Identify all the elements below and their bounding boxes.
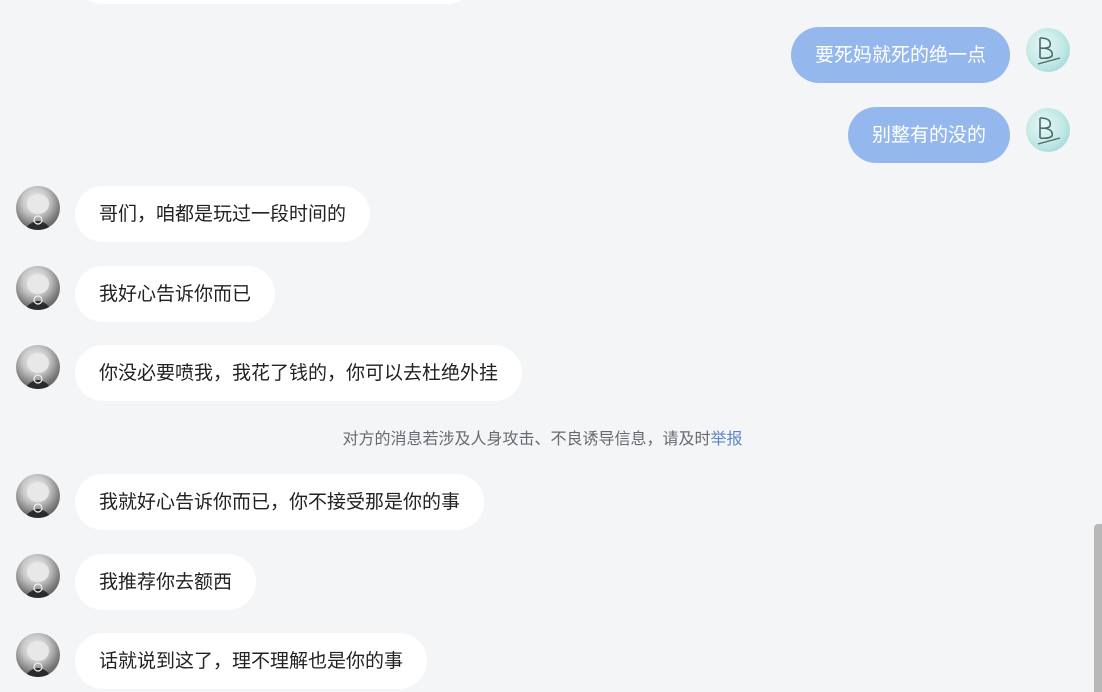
scrollbar-thumb[interactable] [1094, 524, 1102, 692]
peer-avatar-icon[interactable] [16, 186, 60, 230]
incoming-message-bubble[interactable]: 我好心告诉你而已 [75, 266, 276, 322]
peer-avatar-icon[interactable] [16, 345, 60, 389]
incoming-message-bubble[interactable]: 哥们，咱都是玩过一段时间的 [75, 186, 371, 242]
self-avatar-icon[interactable] [1026, 28, 1070, 72]
outgoing-message-bubble[interactable]: 别整有的没的 [847, 107, 1010, 163]
chat-message-list[interactable]: 要死妈就死的绝一点 别整有的没的 哥们，咱都是玩过一段时间的 我好心告诉你而已 [0, 0, 1102, 692]
peer-avatar-icon[interactable] [16, 633, 60, 677]
incoming-message-bubble[interactable]: 话就说到这了，理不理解也是你的事 [75, 633, 428, 689]
safety-notice: 对方的消息若涉及人身攻击、不良诱导信息，请及时举报 [0, 428, 1085, 450]
peer-avatar-icon[interactable] [16, 554, 60, 598]
report-link[interactable]: 举报 [711, 429, 743, 448]
peer-avatar-icon[interactable] [16, 266, 60, 310]
outgoing-message-bubble[interactable]: 要死妈就死的绝一点 [790, 27, 1010, 83]
clipped-message-bubble [75, 0, 475, 4]
peer-avatar-icon[interactable] [16, 474, 60, 518]
incoming-message-bubble[interactable]: 我就好心告诉你而已，你不接受那是你的事 [75, 474, 485, 530]
self-avatar-icon[interactable] [1026, 108, 1070, 152]
incoming-message-bubble[interactable]: 我推荐你去额西 [75, 554, 257, 610]
incoming-message-bubble[interactable]: 你没必要喷我，我花了钱的，你可以去杜绝外挂 [75, 345, 523, 401]
safety-notice-text: 对方的消息若涉及人身攻击、不良诱导信息，请及时 [342, 429, 711, 448]
